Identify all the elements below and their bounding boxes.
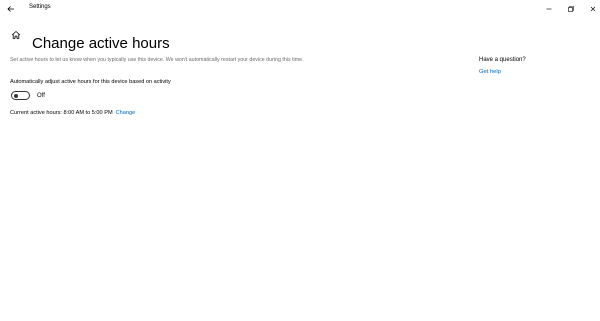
- restore-icon: [568, 6, 574, 12]
- minimize-button[interactable]: [542, 2, 556, 14]
- toggle-state-text: Off: [37, 93, 45, 99]
- current-hours-text: Current active hours: 8:00 AM to 5:00 PM: [10, 110, 113, 116]
- page-title: Change active hours: [32, 35, 170, 53]
- toggle-knob: [14, 93, 18, 98]
- auto-adjust-toggle[interactable]: [11, 91, 30, 100]
- restore-button[interactable]: [564, 2, 578, 14]
- page-description: Set active hours to let us know when you…: [10, 57, 304, 63]
- auto-adjust-label: Automatically adjust active hours for th…: [10, 79, 171, 85]
- back-arrow-icon: [7, 6, 14, 12]
- close-icon: [590, 6, 596, 12]
- help-heading: Have a question?: [479, 57, 526, 63]
- app-title: Settings: [29, 4, 51, 10]
- home-icon-glyph: [11, 31, 21, 39]
- close-button[interactable]: [586, 2, 600, 14]
- get-help-link[interactable]: Get help: [479, 68, 501, 76]
- back-button[interactable]: [4, 2, 18, 14]
- minimize-icon: [546, 8, 552, 10]
- current-active-hours: Current active hours: 8:00 AM to 5:00 PM…: [10, 109, 135, 117]
- home-icon[interactable]: [10, 28, 22, 40]
- title-bar: Settings: [0, 0, 600, 16]
- change-link[interactable]: Change: [116, 110, 136, 116]
